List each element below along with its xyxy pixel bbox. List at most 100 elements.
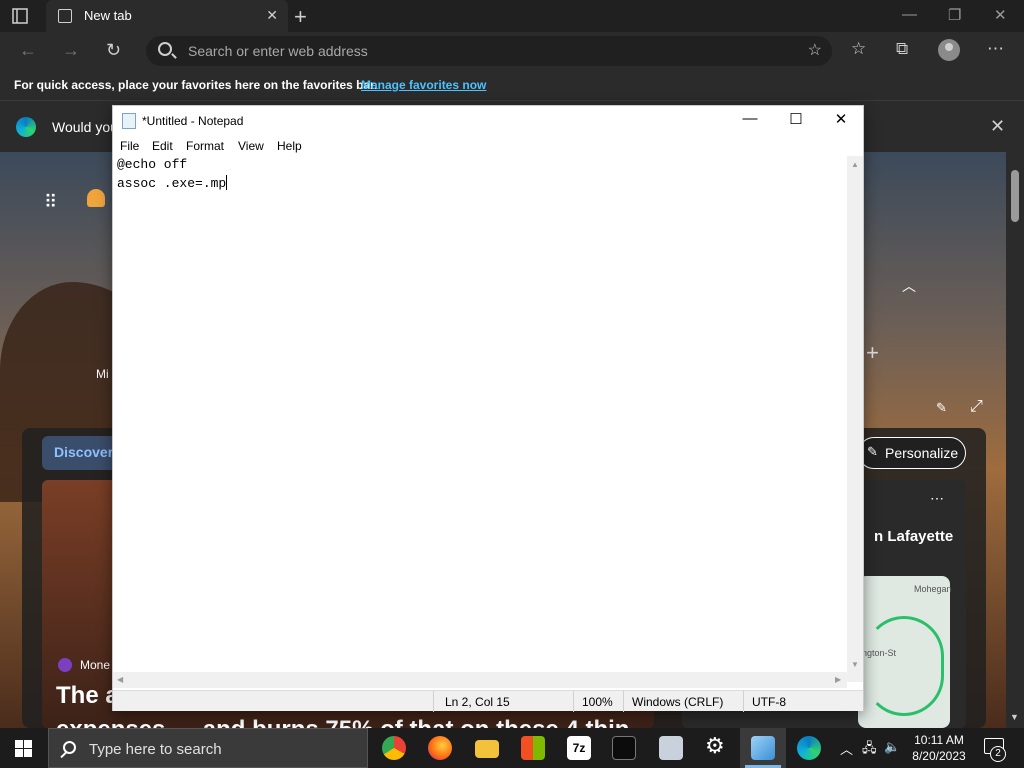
microsoft-store-icon[interactable]: [521, 736, 545, 760]
menu-format[interactable]: Format: [186, 139, 224, 153]
scroll-up-arrow-icon[interactable]: ▲: [851, 160, 859, 169]
profile-icon[interactable]: [938, 39, 960, 61]
pencil-icon: ✎: [867, 444, 878, 459]
menu-file[interactable]: File: [120, 139, 139, 153]
new-tab-button[interactable]: +: [294, 4, 307, 30]
search-icon: [63, 741, 76, 754]
maximize-icon[interactable]: ☐: [784, 110, 808, 128]
page-scrollbar[interactable]: ▼: [1006, 152, 1024, 728]
network-drive-icon[interactable]: [659, 736, 683, 760]
collections-icon[interactable]: ⧉: [896, 39, 908, 59]
encoding: UTF-8: [752, 695, 786, 709]
personalize-button[interactable]: ✎ Personalize: [858, 437, 966, 469]
scroll-down-arrow-icon[interactable]: ▼: [1010, 712, 1019, 722]
chevron-up-icon[interactable]: ︿: [840, 739, 853, 758]
chrome-icon[interactable]: [382, 736, 406, 760]
zoom-level: 100%: [582, 695, 613, 709]
refresh-icon[interactable]: ↻: [106, 40, 121, 61]
cursor-position: Ln 2, Col 15: [445, 695, 510, 709]
forward-icon[interactable]: →: [62, 40, 80, 61]
horizontal-scrollbar[interactable]: ◀ ▶: [113, 672, 847, 688]
clock[interactable]: 10:11 AM 8/20/2023: [904, 732, 974, 764]
search-icon: [158, 42, 172, 56]
source-icon: [58, 658, 72, 672]
more-icon[interactable]: ⋯: [987, 39, 1004, 59]
notepad-window: *Untitled - Notepad — ☐ ✕ File Edit Form…: [112, 105, 864, 712]
map-road: [864, 616, 944, 716]
browser-toolbar: ← → ↻ Search or enter web address ☆ ☆ ⧉ …: [0, 32, 1024, 70]
tab-title: New tab: [84, 8, 132, 23]
edit-background-icon[interactable]: ✎: [936, 400, 947, 416]
minimize-icon[interactable]: —: [902, 6, 917, 23]
taskbar-search-input[interactable]: Type here to search: [89, 741, 222, 758]
line-endings: Windows (CRLF): [632, 695, 724, 709]
text-line-2-container: assoc .exe=.mp: [117, 175, 228, 193]
close-icon[interactable]: ✕: [829, 110, 853, 128]
address-input[interactable]: Search or enter web address: [188, 43, 368, 59]
menu-bar: File Edit Format View Help: [113, 136, 863, 156]
status-divider: [623, 691, 624, 712]
network-icon[interactable]: 🖧: [862, 739, 877, 761]
map-image: Mohegan ington-St: [858, 576, 952, 728]
quick-link-label: Mi: [96, 367, 109, 381]
close-tab-icon[interactable]: ✕: [266, 7, 278, 24]
more-icon[interactable]: ⋯: [930, 490, 944, 507]
notepad-titlebar[interactable]: *Untitled - Notepad — ☐ ✕: [113, 106, 863, 136]
clock-time: 10:11 AM: [914, 733, 964, 747]
scrollbar-thumb[interactable]: [1011, 170, 1019, 222]
add-favorite-icon[interactable]: ☆: [808, 40, 822, 60]
apps-icon[interactable]: ⠿: [44, 192, 57, 213]
infobar-message: Would you: [52, 119, 118, 135]
restore-icon[interactable]: ❐: [948, 6, 961, 24]
back-icon[interactable]: ←: [19, 40, 37, 61]
menu-help[interactable]: Help: [277, 139, 302, 153]
chevron-up-icon[interactable]: ︿: [902, 276, 916, 296]
vertical-scrollbar[interactable]: ▲ ▼: [847, 156, 863, 682]
text-editor[interactable]: @echo off assoc .exe=.mp: [113, 156, 847, 682]
weather-location: n Lafayette: [874, 528, 954, 545]
scroll-right-arrow-icon[interactable]: ▶: [835, 675, 841, 684]
expand-icon[interactable]: ⤢: [970, 398, 983, 416]
window-title: *Untitled - Notepad: [142, 114, 244, 128]
firefox-icon[interactable]: [428, 736, 452, 760]
new-tab-favicon-icon: [58, 9, 72, 23]
edge-icon[interactable]: [797, 736, 821, 760]
menu-edit[interactable]: Edit: [152, 139, 173, 153]
minimize-icon[interactable]: —: [738, 110, 762, 127]
windows-start-icon[interactable]: [15, 740, 32, 757]
taskbar-search[interactable]: Type here to search: [48, 728, 368, 768]
settings-icon[interactable]: ⚙: [705, 733, 729, 758]
favorites-icon[interactable]: ☆: [851, 39, 866, 59]
close-window-icon[interactable]: ✕: [994, 6, 1007, 24]
volume-icon[interactable]: 🔈: [884, 739, 900, 755]
status-divider: [573, 691, 574, 712]
scroll-left-arrow-icon[interactable]: ◀: [117, 675, 123, 684]
taskbar: Type here to search 7z ⚙ ︿ 🖧 🔈 10:11 AM …: [0, 728, 1024, 768]
text-line-2: assoc .exe=.mp: [117, 176, 227, 191]
notepad-icon: [122, 113, 136, 129]
status-bar: Ln 2, Col 15 100% Windows (CRLF) UTF-8: [113, 690, 863, 712]
edge-logo-icon: [16, 117, 36, 137]
discover-label: Discover: [54, 444, 114, 460]
terminal-icon[interactable]: [612, 736, 636, 760]
file-explorer-icon[interactable]: [475, 740, 499, 758]
close-icon[interactable]: ✕: [990, 116, 1005, 137]
favorites-bar: For quick access, place your favorites h…: [0, 70, 1024, 100]
story-headline-line-2: expenses — and burns 75% of that on thes…: [56, 716, 629, 728]
tab-new-tab[interactable]: New tab ✕: [46, 0, 288, 32]
notepad-icon[interactable]: [751, 736, 775, 760]
add-site-icon[interactable]: +: [866, 340, 879, 366]
menu-view[interactable]: View: [238, 139, 264, 153]
7zip-icon[interactable]: 7z: [567, 736, 591, 760]
map-label: Mohegan: [914, 584, 952, 594]
clock-date: 8/20/2023: [912, 749, 966, 763]
manage-favorites-link[interactable]: Manage favorites now: [361, 78, 486, 92]
scroll-down-arrow-icon[interactable]: ▼: [851, 660, 859, 669]
story-headline: The a: [56, 682, 119, 709]
tab-actions-icon[interactable]: [12, 8, 28, 24]
text-caret: [226, 175, 228, 190]
address-bar[interactable]: Search or enter web address ☆: [146, 36, 832, 66]
bell-icon[interactable]: [87, 189, 105, 207]
story-source: Mone: [80, 658, 111, 672]
browser-tabbar: New tab ✕ + — ❐ ✕: [0, 0, 1024, 32]
